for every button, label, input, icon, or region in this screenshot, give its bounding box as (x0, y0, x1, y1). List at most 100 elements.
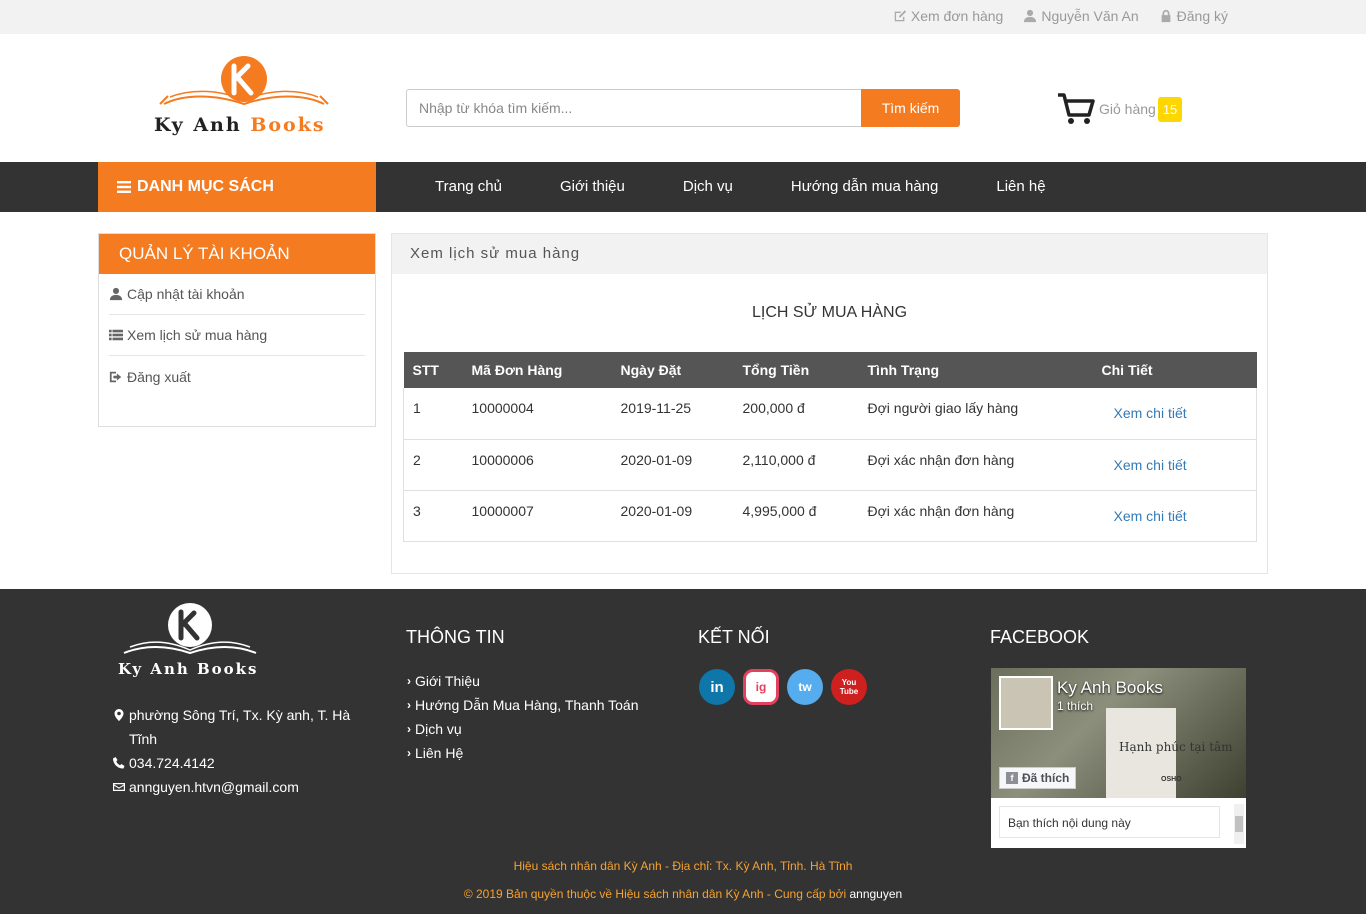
chevron-right-icon: › (407, 722, 411, 736)
footer-info-links: › Giới Thiệu › Hướng Dẫn Mua Hàng, Thanh T… (407, 669, 639, 765)
cell-status: Đợi xác nhận đơn hàng (858, 439, 1093, 491)
footer-copyright: © 2019 Bản quyền thuộc về Hiệu sách nhân… (0, 887, 1366, 901)
column-header: Tổng Tiền (733, 352, 859, 388)
search-button[interactable]: Tìm kiếm (861, 89, 960, 127)
nav-home[interactable]: Trang chủ (406, 162, 531, 212)
page-title: LỊCH SỬ MUA HÀNG (751, 304, 908, 321)
cell-date: 2020-01-09 (611, 439, 734, 491)
youtube-icon[interactable]: You Tube (831, 669, 867, 705)
phone-icon (113, 757, 125, 769)
logo-text: Ky Anh Books (154, 114, 326, 136)
twitter-icon[interactable]: tw (787, 669, 823, 705)
view-detail-link[interactable]: Xem chi tiết (1114, 508, 1187, 524)
sidebar-item-label: Xem lịch sử mua hàng (127, 327, 268, 343)
sidebar-title: QUẢN LÝ TÀI KHOẢN (99, 234, 375, 274)
footer-email: annguyen.htvn@gmail.com (113, 775, 363, 799)
cell-stt: 2 (403, 439, 463, 491)
nav-links: Trang chủ Giới thiệu Dịch vụ Hướng dẫn m… (406, 162, 1075, 212)
footer-link-guide[interactable]: › Hướng Dẫn Mua Hàng, Thanh Toán (407, 693, 639, 717)
sidebar-item-update-account[interactable]: Cập nhật tài khoản (109, 274, 365, 315)
table-row: 1 10000004 2019-11-25 200,000 đ Đợi ngườ… (403, 388, 1257, 440)
footer-address-text: phường Sông Trí, Tx. Kỳ anh, T. Hà Tĩnh (129, 707, 351, 747)
map-marker-icon (114, 709, 124, 721)
cell-stt: 1 (403, 388, 463, 440)
nav-guide[interactable]: Hướng dẫn mua hàng (762, 162, 967, 212)
sidebar-item-logout[interactable]: Đăng xuất (109, 356, 365, 397)
view-detail-link[interactable]: Xem chi tiết (1114, 405, 1187, 421)
footer-link-label: Liên Hệ (415, 745, 464, 761)
column-header: Ngày Đặt (611, 352, 734, 388)
footer-link-label: Hướng Dẫn Mua Hàng, Thanh Toán (415, 697, 639, 713)
chevron-right-icon: › (407, 674, 411, 688)
copyright-text: © 2019 Bản quyền thuộc về Hiệu sách nhân… (463, 887, 847, 901)
search-input[interactable] (406, 89, 861, 127)
edit-icon (894, 10, 906, 22)
user-name: Nguyễn Văn An (1041, 8, 1139, 24)
chevron-right-icon: › (407, 698, 411, 712)
user-account-link[interactable]: Nguyễn Văn An (1023, 8, 1139, 24)
fb-scroll-thumb[interactable] (1235, 816, 1243, 832)
cell-detail: Xem chi tiết (1092, 490, 1257, 542)
footer-address: phường Sông Trí, Tx. Kỳ anh, T. Hà Tĩnh (113, 703, 363, 751)
footer-link-services[interactable]: › Dịch vụ (407, 717, 639, 741)
fb-page-name[interactable]: Ky Anh Books (1057, 678, 1163, 698)
footer-link-about[interactable]: › Giới Thiệu (407, 669, 639, 693)
fb-like-count: 1 thích (1057, 699, 1094, 713)
chevron-right-icon: › (407, 746, 411, 760)
fb-liked-label: Đã thích (1022, 771, 1070, 785)
view-orders-link[interactable]: Xem đơn hàng (893, 8, 1003, 24)
top-links: Xem đơn hàng Nguyễn Văn An Đăng ký (893, 8, 1228, 24)
cell-stt: 3 (403, 490, 463, 542)
cell-date: 2019-11-25 (611, 388, 734, 440)
cell-detail: Xem chi tiết (1092, 439, 1257, 491)
author-link[interactable]: annguyen (849, 887, 902, 901)
logo-text-main: Ky Anh (154, 114, 242, 136)
register-link[interactable]: Đăng ký (1159, 8, 1228, 24)
cart-count-badge: 15 (1157, 96, 1183, 122)
sidebar-item-order-history[interactable]: Xem lịch sử mua hàng (109, 315, 365, 356)
footer-email-text: annguyen.htvn@gmail.com (129, 779, 299, 795)
nav-services[interactable]: Dịch vụ (654, 162, 762, 212)
register-label: Đăng ký (1176, 8, 1228, 24)
column-header: STT (403, 352, 463, 388)
cell-total: 200,000 đ (733, 388, 859, 440)
fb-scrollbar[interactable] (1234, 804, 1244, 844)
cart-label: Giỏ hàng (1099, 101, 1156, 117)
footer: Ky Anh Books phường Sông Trí, Tx. Kỳ anh… (0, 589, 1366, 914)
top-bar: Xem đơn hàng Nguyễn Văn An Đăng ký (0, 0, 1366, 34)
footer-link-label: Giới Thiệu (415, 673, 480, 689)
nav-contact[interactable]: Liên hệ (967, 162, 1074, 212)
footer-connect-heading: KẾT NỐI (698, 627, 770, 647)
cell-date: 2020-01-09 (611, 490, 734, 542)
category-menu-button[interactable]: DANH MỤC SÁCH (98, 162, 376, 212)
fb-post-preview: Bạn thích nội dung này (999, 806, 1220, 838)
sidebar-list: Cập nhật tài khoản Xem lịch sử mua hàng … (99, 274, 375, 397)
fb-page-avatar[interactable] (999, 676, 1053, 730)
list-icon (109, 329, 123, 341)
site-logo[interactable]: Ky Anh Books (150, 56, 340, 146)
column-header: Mã Đơn Hàng (462, 352, 612, 388)
order-history-panel: Xem lịch sử mua hàng LỊCH SỬ MUA HÀNG ST… (391, 233, 1268, 574)
account-sidebar: QUẢN LÝ TÀI KHOẢN Cập nhật tài khoản Xem… (98, 233, 376, 427)
linkedin-icon[interactable]: in (699, 669, 735, 705)
footer-logo[interactable]: Ky Anh Books (116, 603, 266, 683)
footer-link-contact[interactable]: › Liên Hệ (407, 741, 639, 765)
footer-address-line: Hiệu sách nhân dân Kỳ Anh - Địa chỉ: Tx.… (513, 859, 853, 873)
envelope-icon (113, 783, 125, 791)
cart[interactable]: Giỏ hàng 15 (1057, 92, 1183, 126)
cell-order-id: 10000004 (462, 388, 612, 440)
user-icon (109, 287, 123, 301)
footer-info-heading: THÔNG TIN (406, 627, 505, 647)
facebook-icon: f (1006, 772, 1018, 784)
view-detail-link[interactable]: Xem chi tiết (1114, 457, 1187, 473)
user-icon (1024, 9, 1037, 23)
menu-icon (117, 181, 131, 193)
fb-cover-image: Hạnh phúc tại tâm OSHO Ky Anh Books 1 th… (991, 668, 1246, 798)
main-nav: DANH MỤC SÁCH Trang chủ Giới thiệu Dịch … (0, 162, 1366, 212)
fb-liked-button[interactable]: f Đã thích (999, 767, 1077, 789)
cell-detail: Xem chi tiết (1092, 388, 1257, 440)
nav-about[interactable]: Giới thiệu (531, 162, 654, 212)
facebook-widget: Hạnh phúc tại tâm OSHO Ky Anh Books 1 th… (991, 668, 1246, 848)
instagram-icon[interactable]: ig (743, 669, 779, 705)
fb-cover-book-author: OSHO (1161, 776, 1182, 783)
